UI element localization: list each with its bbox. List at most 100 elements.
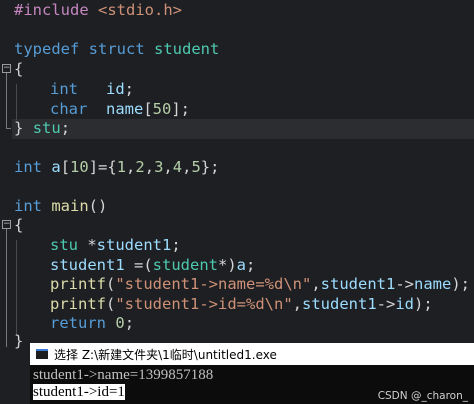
code-line-13[interactable]: stu *student1;	[50, 236, 181, 256]
punct: [	[60, 158, 71, 176]
code-line-9[interactable]: int a[10]={1,2,3,4,5};	[14, 158, 219, 178]
field-name: name	[413, 275, 452, 293]
number: 2	[135, 158, 145, 176]
number: 10	[70, 158, 89, 176]
var-student1: student1	[302, 295, 377, 313]
current-line-highlight	[12, 119, 474, 139]
punct: ;	[124, 80, 135, 98]
code-line-1[interactable]: #include <stdio.h>	[14, 1, 182, 21]
code-line-18[interactable]: }	[14, 332, 23, 352]
punct: ,	[144, 158, 155, 176]
var-student1: student1	[50, 256, 125, 274]
var-a: a	[51, 158, 61, 176]
fold-line	[6, 229, 7, 347]
console-app-icon	[36, 349, 48, 359]
field-id: id	[106, 80, 125, 98]
punct: ,	[163, 158, 173, 176]
code-line-5[interactable]: int id;	[50, 80, 134, 100]
number: 5	[191, 158, 201, 176]
punct: ;	[124, 314, 135, 332]
indent-guide	[16, 240, 17, 336]
punct: ,	[311, 275, 321, 293]
punct: [	[143, 100, 153, 118]
punct: );	[451, 275, 470, 293]
punct: ;	[60, 119, 71, 137]
fold-line	[6, 73, 7, 128]
punct: ;	[246, 256, 256, 274]
code-line-12[interactable]: {	[14, 216, 23, 236]
punct: };	[200, 158, 220, 176]
punct: (	[106, 275, 116, 293]
code-line-15[interactable]: printf("student1->name=%d\n",student1->n…	[50, 275, 470, 295]
punct: ;	[171, 236, 181, 254]
type-student: student	[152, 256, 218, 274]
function-printf: printf	[50, 295, 106, 313]
string-literal: "student1->id=%d\n"	[115, 295, 293, 313]
punct: ->	[376, 295, 396, 313]
punct: =(	[124, 256, 153, 274]
code-line-11[interactable]: int main()	[14, 197, 107, 217]
function-main: main	[51, 197, 89, 215]
type-stu: stu	[50, 236, 78, 254]
typedef-name: stu	[32, 119, 61, 137]
brace-open: {	[14, 60, 24, 78]
code-editor[interactable]: − − #include <stdio.h> typedef struct st…	[0, 0, 474, 350]
field-id: id	[395, 295, 414, 313]
punct: ,	[292, 295, 302, 313]
punct: *)	[217, 256, 237, 274]
keyword-struct: struct	[88, 40, 145, 58]
code-line-4[interactable]: {	[14, 60, 23, 80]
punct: ]={	[88, 158, 117, 176]
indent-guide	[16, 84, 17, 120]
console-output-line: student1->name=1399857188	[33, 367, 214, 383]
number: 0	[115, 314, 125, 332]
keyword-typedef: typedef	[14, 40, 80, 58]
number: 1	[116, 158, 127, 176]
brace-close: }	[14, 332, 24, 350]
struct-name: student	[154, 40, 220, 58]
type-int: int	[50, 80, 78, 98]
punct: *	[78, 236, 97, 254]
fold-minus-icon[interactable]: −	[2, 220, 11, 229]
code-line-6[interactable]: char name[50];	[50, 100, 190, 120]
code-line-3[interactable]: typedef struct student	[14, 40, 219, 60]
punct: ()	[88, 197, 108, 215]
fold-gutter: − −	[0, 0, 12, 347]
code-line-7[interactable]: } stu;	[14, 119, 70, 139]
code-line-16[interactable]: printf("student1->id=%d\n",student1->id)…	[50, 295, 433, 315]
console-output-line-selected[interactable]: student1->id=1	[33, 384, 125, 400]
fold-minus-icon[interactable]: −	[2, 64, 11, 73]
fold-end	[6, 128, 11, 129]
brace-close: }	[14, 119, 24, 137]
punct: ];	[171, 100, 191, 118]
number: 4	[172, 158, 183, 176]
console-titlebar[interactable]: 选择 Z:\新建文件夹\1临时\untitled1.exe	[30, 343, 474, 365]
punct: ,	[126, 158, 136, 176]
preprocessor-directive: #include	[14, 1, 89, 19]
var-student1: student1	[320, 275, 396, 293]
code-line-17[interactable]: return 0;	[50, 314, 134, 334]
keyword-return: return	[50, 314, 106, 332]
watermark: CSDN @_charon_	[377, 390, 468, 402]
number: 50	[152, 100, 172, 118]
var-a: a	[236, 256, 246, 274]
include-header: <stdio.h>	[98, 1, 182, 19]
code-line-14[interactable]: student1 =(student*)a;	[50, 256, 255, 276]
var-student1: student1	[96, 236, 172, 254]
function-printf: printf	[50, 275, 106, 293]
brace-open: {	[14, 216, 24, 234]
field-name: name	[106, 100, 144, 118]
punct: ->	[395, 275, 414, 293]
punct: (	[106, 295, 116, 313]
type-int: int	[14, 158, 42, 176]
type-char: char	[50, 100, 88, 118]
